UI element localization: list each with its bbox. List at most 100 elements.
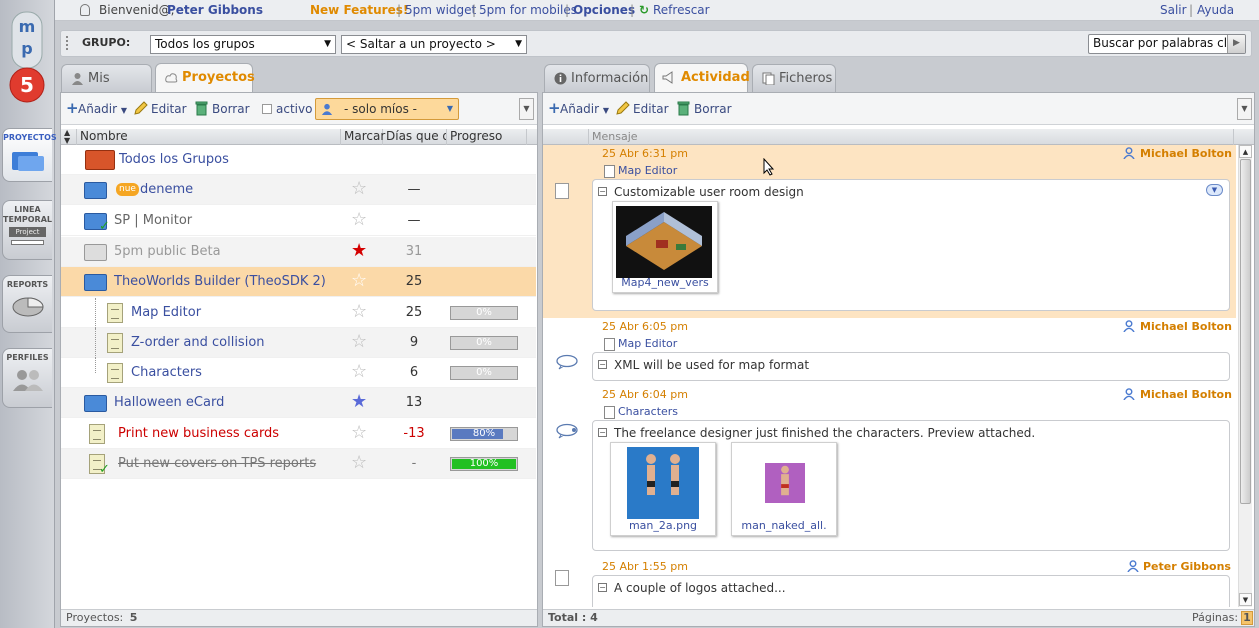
mobiles-link[interactable]: 5pm for mobiles [479,0,577,20]
column-dias[interactable]: Días que q [383,129,447,145]
entry-user[interactable]: Michael Bolton [1140,147,1232,160]
project-name[interactable]: Todos los Grupos [119,145,229,175]
project-row[interactable]: ✓ SP | Monitor ☆ — [61,206,536,236]
rail-linea-temporal[interactable]: LINEA TEMPORAL Project [2,200,52,260]
page-1-button[interactable]: 1 [1241,611,1253,625]
attachment-name[interactable]: Map4_new_vers [613,276,717,289]
keyword-search-input[interactable]: Buscar por palabras cla ▶ [1088,34,1246,54]
activity-delete-button[interactable]: Borrar [676,101,732,117]
search-go-icon[interactable]: ▶ [1227,35,1245,53]
rail-perfiles[interactable]: PERFILES [2,348,52,408]
activity-entry-highlighted[interactable]: 25 Abr 6:31 pm Michael Bolton Map Editor… [543,145,1236,318]
delete-button[interactable]: Borrar [194,101,250,117]
star-icon[interactable]: ☆ [351,328,367,356]
task-row[interactable]: Z-order and collision ☆ 9 0% [61,328,536,358]
star-icon[interactable]: ☆ [351,449,367,477]
activity-entry[interactable]: 25 Abr 1:55 pm Peter Gibbons − A couple … [543,558,1236,607]
entry-options-button[interactable]: ▼ [1206,184,1223,196]
widget-link[interactable]: 5pm widget [405,0,476,20]
project-row[interactable]: Halloween eCard ★ 13 [61,388,536,418]
attachment-name[interactable]: man_2a.png [611,519,715,532]
project-name[interactable]: SP | Monitor [114,206,192,236]
task-name[interactable]: Characters [131,358,202,388]
star-icon[interactable]: ☆ [351,175,367,203]
star-icon[interactable]: ☆ [351,267,367,295]
new-features-link[interactable]: New Features! [310,0,408,20]
refresh-link[interactable]: Refrescar [653,0,710,20]
scroll-up-icon[interactable]: ▲ [1239,145,1252,158]
scroll-thumb[interactable] [1240,159,1251,504]
task-name[interactable]: Map Editor [131,298,201,328]
entry-task-link[interactable]: Characters [602,405,678,419]
project-name[interactable]: Halloween eCard [114,388,224,418]
attachment-thumb[interactable]: man_2a.png [610,442,716,536]
project-row[interactable]: nue deneme ☆ — [61,175,536,205]
entry-user[interactable]: Michael Bolton [1140,388,1232,401]
options-link[interactable]: Opciones [573,0,635,20]
star-icon[interactable]: ☆ [351,358,367,386]
activity-entry[interactable]: 25 Abr 6:04 pm Michael Bolton Characters… [543,386,1236,558]
task-name[interactable]: Z-order and collision [131,328,265,358]
project-row-selected[interactable]: TheoWorlds Builder (TheoSDK 2) ☆ 25 [61,267,536,297]
edit-button[interactable]: Editar [133,101,187,117]
tab-actividad[interactable]: Actividad [654,63,750,92]
project-row[interactable]: 5pm public Beta ★ 31 [61,237,536,267]
attachment-name[interactable]: man_naked_all. [732,519,836,532]
project-jump-select[interactable]: < Saltar a un proyecto > ▼ [341,35,527,54]
owner-filter-select[interactable]: - solo míos - ▼ [315,98,459,120]
task-row[interactable]: Characters ☆ 6 0% [61,358,536,388]
project-name[interactable]: deneme [140,175,193,205]
activity-add-button[interactable]: + Añadir ▼ [548,100,609,117]
task-name[interactable]: Put new covers on TPS reports [118,449,316,479]
task-row-completed[interactable]: ✓ Put new covers on TPS reports ☆ - 100% [61,449,536,479]
star-icon[interactable]: ☆ [351,419,367,447]
project-name[interactable]: TheoWorlds Builder (TheoSDK 2) [114,267,326,297]
entry-user[interactable]: Peter Gibbons [1143,560,1231,573]
activity-scrollbar[interactable]: ▲ ▼ [1238,145,1252,607]
refresh-icon[interactable]: ↻ [639,0,649,20]
activity-edit-button[interactable]: Editar [615,101,669,117]
tab-mis-cosas[interactable]: Mis cosas [61,64,152,113]
megaphone-icon [662,71,673,84]
star-filled-icon[interactable]: ★ [351,237,367,265]
attachment-thumb[interactable]: man_naked_all. [731,442,837,536]
entry-task-link[interactable]: Map Editor [602,164,677,178]
help-link[interactable]: Ayuda [1197,0,1234,20]
logout-link[interactable]: Salir [1160,0,1187,20]
entry-user[interactable]: Michael Bolton [1140,320,1232,333]
rail-reports[interactable]: REPORTS [2,275,52,333]
project-name[interactable]: 5pm public Beta [114,237,221,267]
tab-proyectos[interactable]: Proyectos [155,63,255,92]
active-checkbox[interactable]: activo [261,101,312,117]
current-user-link[interactable]: Peter Gibbons [167,0,263,20]
attachment-thumb[interactable]: Map4_new_vers [612,201,718,293]
task-row[interactable]: Map Editor ☆ 25 0% [61,298,536,328]
column-progreso[interactable]: Progreso [447,129,527,145]
task-row[interactable]: Print new business cards ☆ -13 80% [61,419,536,449]
star-filled-icon[interactable]: ★ [351,388,367,416]
entry-task-link[interactable]: Map Editor [602,337,677,351]
group-select[interactable]: Todos los grupos ▼ [150,35,336,54]
task-name[interactable]: Print new business cards [118,419,279,449]
checkbox-box[interactable] [262,104,272,114]
activity-menu-button[interactable]: ▼ [1237,98,1252,120]
collapse-icon[interactable]: − [598,583,607,592]
add-button[interactable]: + Añadir ▼ [66,100,127,117]
app-logo[interactable]: m p 5 [6,10,48,104]
collapse-icon[interactable]: − [598,360,607,369]
sort-icon[interactable]: ▲ ▼ [61,129,77,145]
star-icon[interactable]: ☆ [351,206,367,234]
activity-entry[interactable]: 25 Abr 6:05 pm Michael Bolton Map Editor… [543,318,1236,386]
column-nombre[interactable]: Nombre [77,129,341,145]
rail-proyectos[interactable]: PROYECTOS [2,128,57,182]
tab-ficheros[interactable]: Ficheros [752,64,836,92]
pane-menu-button[interactable]: ▼ [519,98,534,120]
column-marcar[interactable]: Marcar [341,129,385,145]
project-row[interactable]: Todos los Grupos [61,145,536,175]
star-icon[interactable]: ☆ [351,298,367,326]
scroll-down-icon[interactable]: ▼ [1239,593,1252,606]
collapse-icon[interactable]: − [598,428,607,437]
tab-informacion[interactable]: Información [544,64,650,92]
collapse-icon[interactable]: − [598,187,607,196]
column-mensaje[interactable]: Mensaje [589,129,1234,145]
